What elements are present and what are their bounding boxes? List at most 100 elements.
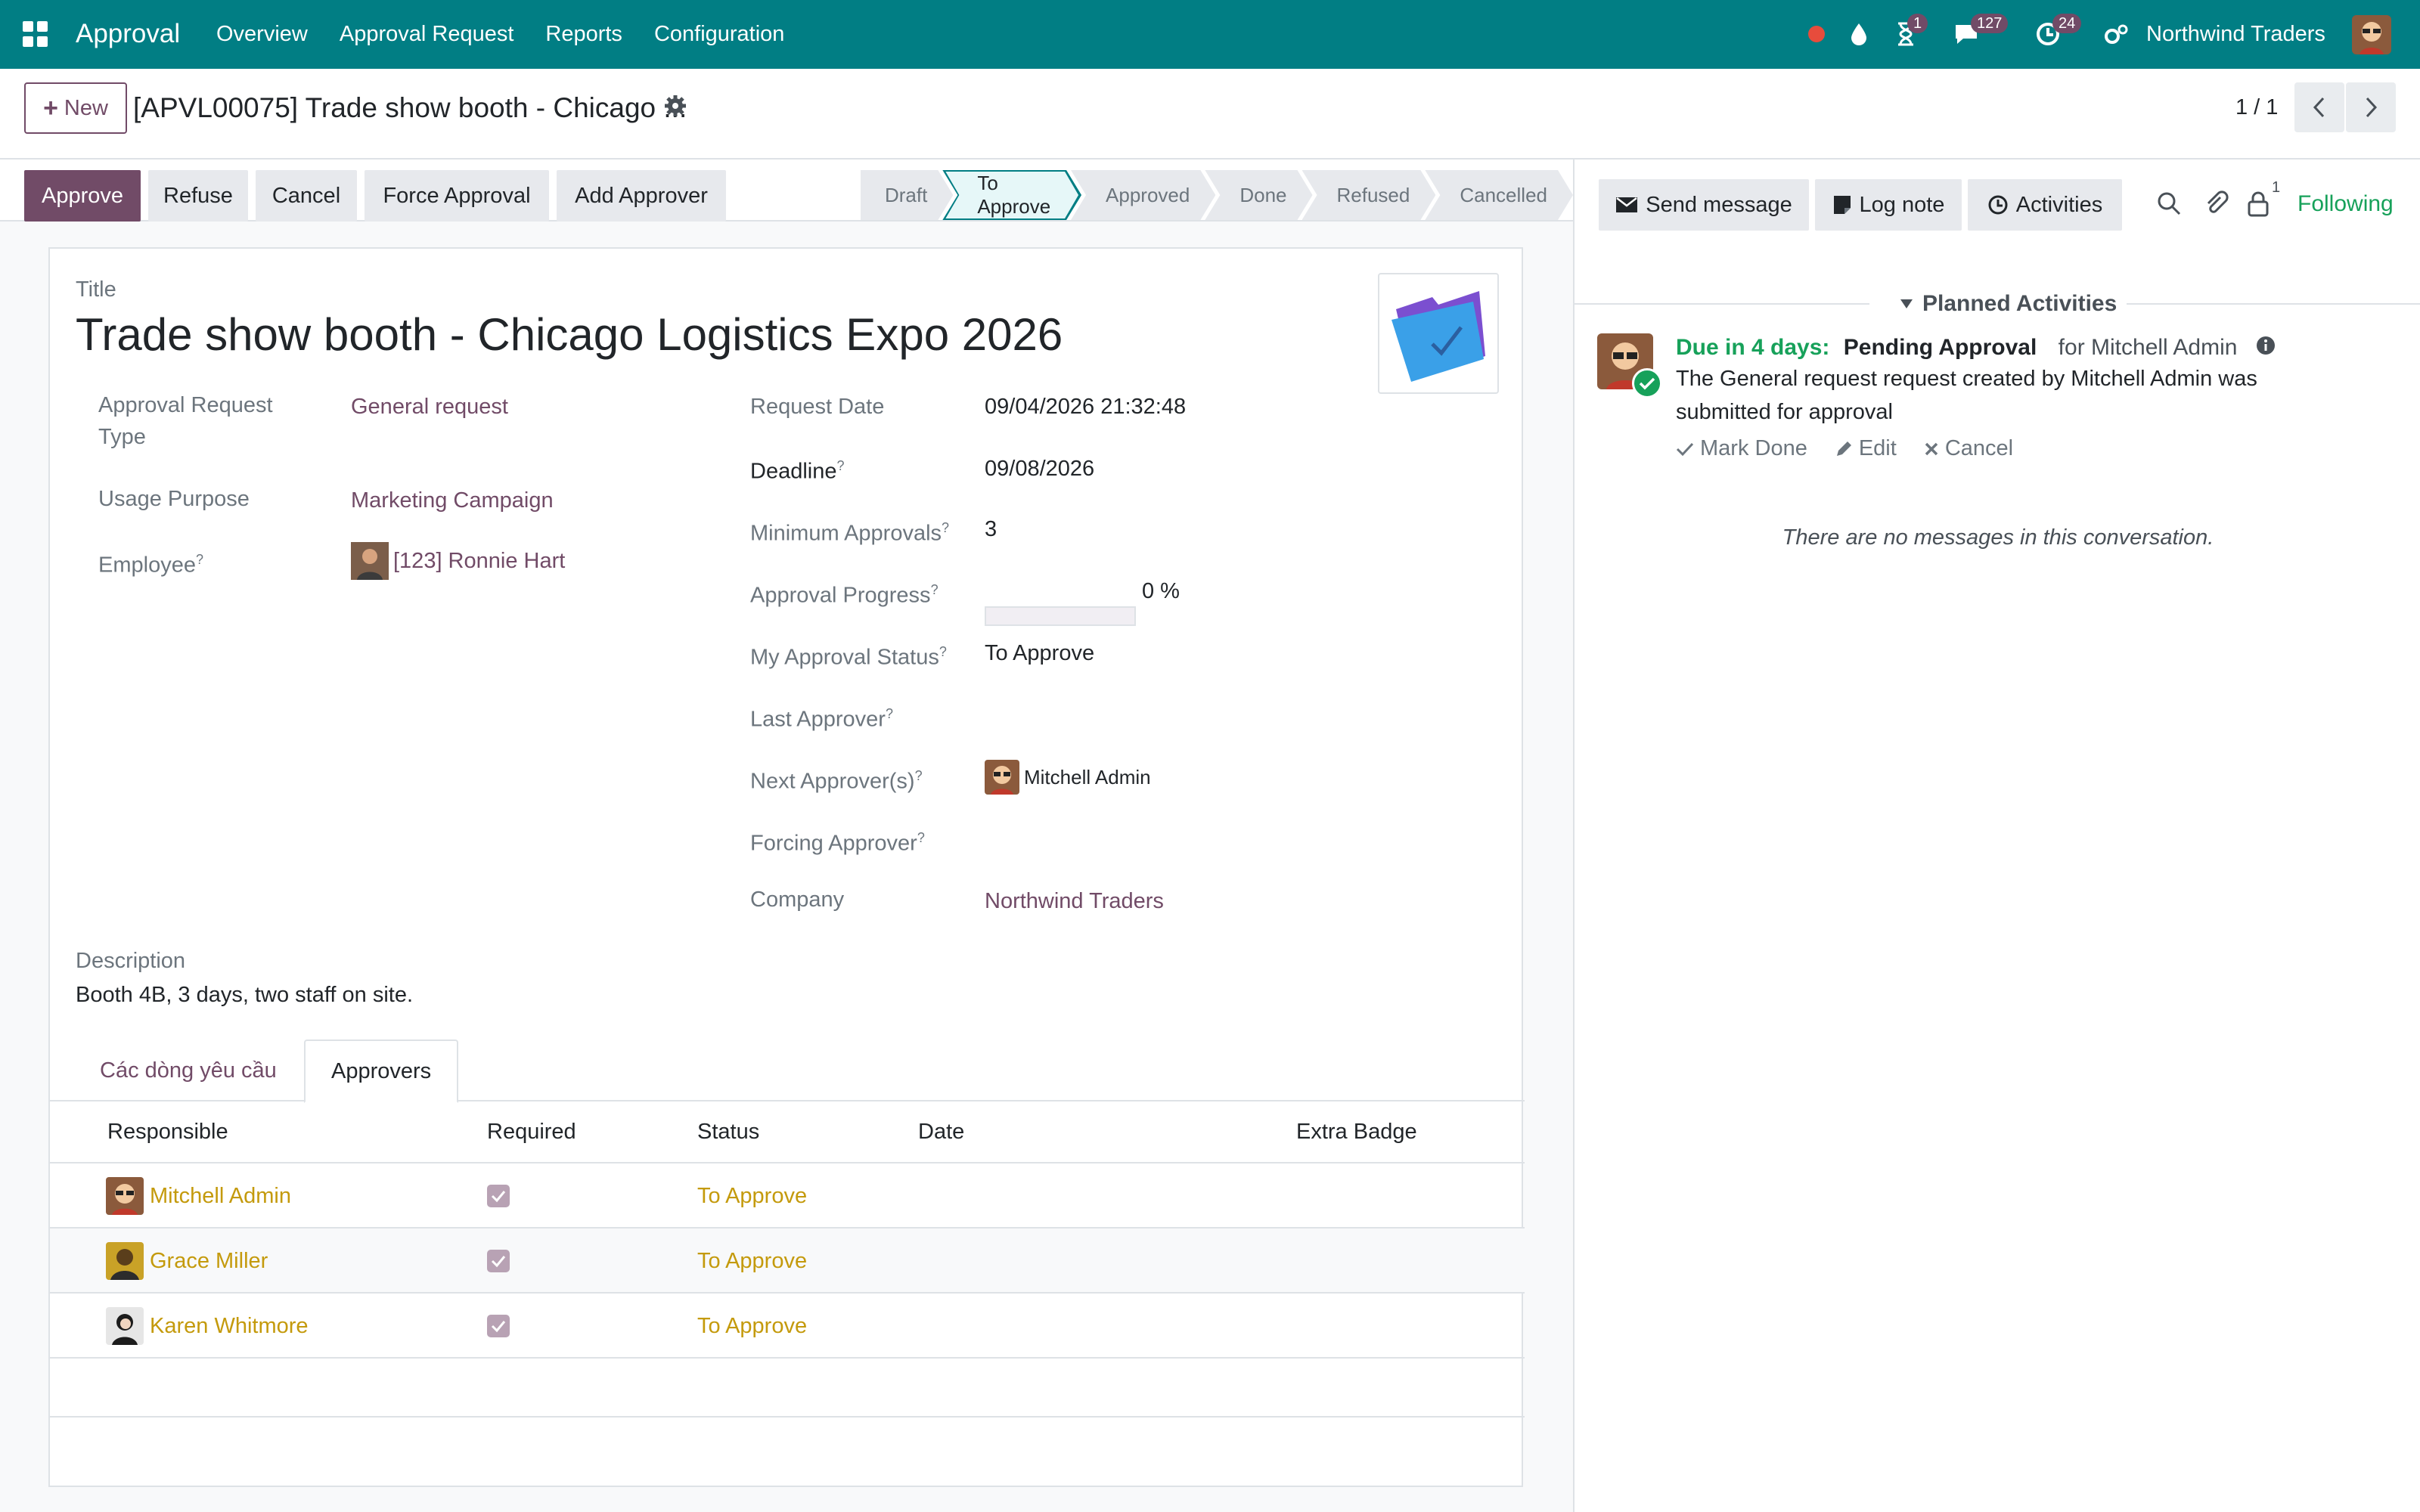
activity-type: Pending Approval [1843, 335, 2037, 360]
refuse-button[interactable]: Refuse [148, 170, 248, 222]
info-icon[interactable] [2256, 333, 2276, 364]
record-actions-gear-icon[interactable] [664, 94, 687, 117]
menu-overview[interactable]: Overview [216, 18, 308, 50]
col-date[interactable]: Date [918, 1101, 964, 1162]
next-approver-name: Mitchell Admin [1024, 766, 1151, 789]
request-date-label: Request Date [750, 395, 885, 419]
stage-cancelled[interactable]: Cancelled [1425, 170, 1573, 220]
request-date-value[interactable]: 09/04/2026 21:32:48 [985, 391, 1186, 423]
activity-summary: Due in 4 days: Pending Approval for Mitc… [1676, 332, 2276, 364]
cancel-button[interactable]: Cancel [256, 170, 357, 222]
stage-done[interactable]: Done [1205, 170, 1312, 220]
request-type-label-line2: Type [98, 425, 146, 449]
app-brand[interactable]: Approval [76, 15, 180, 53]
followers-count: 1 [2272, 179, 2281, 196]
col-required[interactable]: Required [487, 1101, 576, 1162]
approval-progress-value: 0 % [1142, 579, 1180, 603]
caret-down-icon [1900, 299, 1913, 308]
col-responsible[interactable]: Responsible [107, 1101, 228, 1162]
hourglass-icon[interactable]: 1 [1891, 14, 1928, 50]
folder-icon [1378, 273, 1499, 394]
send-message-button[interactable]: Send message [1599, 179, 1809, 231]
next-approver-value[interactable]: Mitchell Admin [985, 760, 1151, 795]
no-messages-text: There are no messages in this conversati… [1782, 525, 2214, 550]
paperclip-icon[interactable] [2202, 190, 2229, 217]
apps-menu-icon[interactable] [23, 21, 48, 47]
employee-name: [123] Ronnie Hart [393, 549, 566, 573]
company-value[interactable]: Northwind Traders [985, 885, 1164, 917]
record-dot-icon[interactable] [1803, 18, 1830, 50]
clock-icon[interactable]: 24 [2033, 14, 2082, 50]
droplet-icon[interactable] [1845, 18, 1872, 50]
edit-activity-button[interactable]: Edit [1835, 436, 1897, 461]
following-toggle[interactable]: Following [2297, 188, 2394, 220]
deadline-value[interactable]: 09/08/2026 [985, 453, 1094, 485]
stage-statusbar: Draft To Approve Approved Done Refused C… [861, 170, 1573, 220]
pager-value[interactable]: 1 / 1 [2235, 91, 2278, 123]
col-status[interactable]: Status [697, 1101, 759, 1162]
company-switcher[interactable]: Northwind Traders [2146, 18, 2325, 50]
plus-icon: + [43, 93, 58, 122]
followers-lock-icon[interactable]: 1 [2246, 179, 2284, 217]
activities-label: Activities [2015, 192, 2103, 217]
description-label: Description [76, 949, 186, 973]
log-note-button[interactable]: Log note [1815, 179, 1962, 231]
row-status: To Approve [697, 1313, 808, 1338]
row-responsible[interactable]: Grace Miller [106, 1228, 268, 1294]
search-icon[interactable] [2155, 190, 2183, 217]
planned-activities-header[interactable]: Planned Activities [1575, 285, 2420, 323]
new-button[interactable]: + New [24, 82, 127, 134]
stage-approved[interactable]: Approved [1071, 170, 1215, 220]
description-field[interactable]: Booth 4B, 3 days, two staff on site. [76, 979, 413, 1011]
my-status-value: To Approve [985, 641, 1095, 665]
employee-value[interactable]: [123] Ronnie Hart [351, 542, 565, 580]
table-row[interactable]: Mitchell Admin To Approve [50, 1162, 1525, 1227]
send-message-label: Send message [1646, 192, 1792, 217]
pager-next-button[interactable] [2346, 82, 2396, 132]
title-field[interactable]: Trade show booth - Chicago Logistics Exp… [76, 305, 1063, 365]
mark-done-button[interactable]: Mark Done [1676, 436, 1807, 461]
approver-name: Mitchell Admin [150, 1183, 291, 1208]
form-sheet: Title Trade show booth - Chicago Logisti… [48, 247, 1525, 1487]
row-status: To Approve [697, 1183, 808, 1208]
activities-button[interactable]: Activities [1968, 179, 2122, 231]
pencil-icon [1836, 441, 1851, 456]
employee-avatar [351, 542, 389, 580]
settings-gears-icon[interactable] [2101, 18, 2131, 50]
force-approval-button[interactable]: Force Approval [365, 170, 549, 222]
col-extra-badge[interactable]: Extra Badge [1296, 1101, 1417, 1162]
user-avatar[interactable] [2352, 15, 2391, 54]
min-approvals-value[interactable]: 3 [985, 513, 997, 545]
cancel-activity-button[interactable]: Cancel [1924, 436, 2013, 461]
forcing-approver-label: Forcing Approver? [750, 830, 925, 856]
approval-progress-label: Approval Progress? [750, 582, 939, 608]
chat-icon[interactable]: 127 [1951, 14, 2009, 50]
request-type-value[interactable]: General request [351, 391, 508, 423]
clock-icon [1988, 195, 2008, 215]
activity-actions: Mark Done Edit Cancel [1676, 436, 2013, 461]
row-required-checkbox[interactable] [487, 1228, 510, 1294]
stage-to-approve[interactable]: To Approve [942, 170, 1081, 220]
stage-refused[interactable]: Refused [1302, 170, 1436, 220]
tab-request-lines[interactable]: Các dòng yêu cầu [74, 1040, 302, 1101]
row-required-checkbox[interactable] [487, 1163, 510, 1228]
add-approver-button[interactable]: Add Approver [557, 170, 726, 222]
row-required-checkbox[interactable] [487, 1294, 510, 1359]
check-icon [1676, 442, 1694, 456]
menu-configuration[interactable]: Configuration [654, 18, 785, 50]
table-row[interactable]: Grace Miller To Approve [50, 1227, 1525, 1292]
stage-draft[interactable]: Draft [861, 170, 953, 220]
activity-check-icon [1632, 368, 1662, 398]
pager-previous-button[interactable] [2294, 82, 2344, 132]
approve-button[interactable]: Approve [24, 170, 141, 222]
request-type-label: Approval Request [98, 393, 273, 417]
tab-approvers[interactable]: Approvers [304, 1040, 459, 1103]
activity-badge: 1 [1907, 14, 1928, 33]
menu-approval-request[interactable]: Approval Request [340, 18, 514, 50]
table-row[interactable]: Karen Whitmore To Approve [50, 1292, 1525, 1357]
notebook-tabs: Các dòng yêu cầu Approvers [50, 1040, 1525, 1103]
menu-reports[interactable]: Reports [545, 18, 622, 50]
row-responsible[interactable]: Karen Whitmore [106, 1294, 309, 1359]
row-responsible[interactable]: Mitchell Admin [106, 1163, 291, 1228]
usage-purpose-value[interactable]: Marketing Campaign [351, 485, 554, 516]
